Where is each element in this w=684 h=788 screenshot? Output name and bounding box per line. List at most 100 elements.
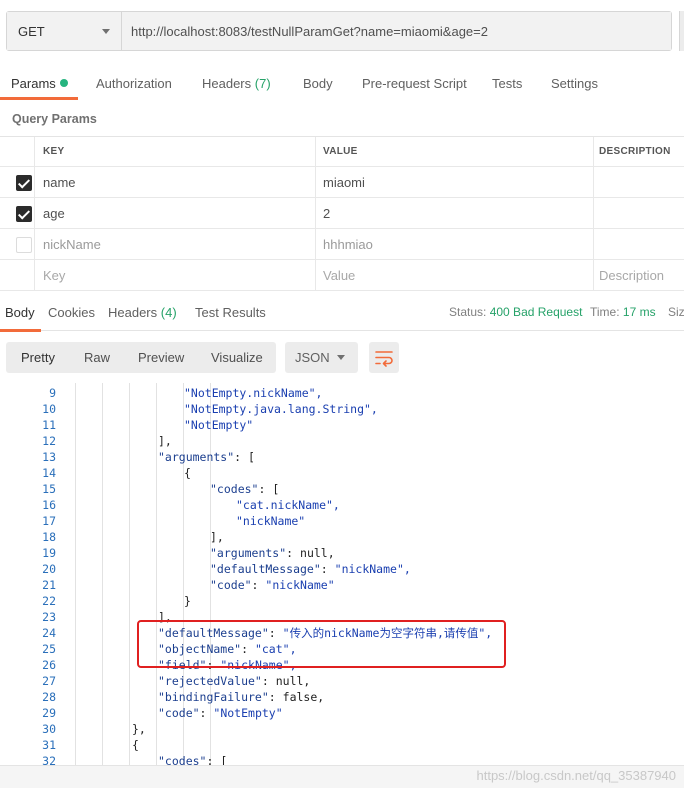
tab-params[interactable]: Params bbox=[0, 70, 78, 100]
param-value[interactable]: hhhmiao bbox=[316, 229, 594, 259]
size-label[interactable]: Size bbox=[668, 305, 684, 319]
code-line: 13 "arguments": [ bbox=[0, 449, 684, 465]
code-text: } bbox=[184, 594, 191, 608]
code-text: { bbox=[132, 738, 139, 752]
line-number: 21 bbox=[42, 578, 56, 592]
tab-headers-label: Headers bbox=[202, 76, 252, 91]
checkbox-checked[interactable] bbox=[16, 175, 32, 191]
code-text: }, bbox=[132, 722, 146, 736]
code-text: "bindingFailure": false, bbox=[158, 690, 325, 704]
param-value[interactable]: miaomi bbox=[316, 167, 594, 197]
header-key: KEY bbox=[35, 137, 316, 166]
wrap-lines-icon bbox=[375, 351, 393, 367]
status-readout: Status: 400 Bad Request bbox=[449, 305, 582, 319]
params-active-dot-icon bbox=[59, 79, 68, 87]
code-line: 22} bbox=[0, 593, 684, 609]
view-pretty-button[interactable]: Pretty bbox=[21, 342, 55, 373]
code-line: 15 "codes": [ bbox=[0, 481, 684, 497]
tab-params-label: Params bbox=[11, 76, 56, 91]
tab-response-body[interactable]: Body bbox=[0, 299, 41, 332]
status-label: Status: bbox=[449, 305, 487, 319]
status-value[interactable]: 400 Bad Request bbox=[490, 305, 583, 319]
param-value[interactable]: 2 bbox=[316, 198, 594, 228]
checkbox-unchecked[interactable] bbox=[16, 237, 32, 253]
param-description[interactable] bbox=[594, 167, 684, 197]
code-text: "arguments": null, bbox=[210, 546, 335, 560]
line-number: 11 bbox=[42, 418, 56, 432]
line-number: 17 bbox=[42, 514, 56, 528]
tab-tests[interactable]: Tests bbox=[492, 70, 522, 100]
line-number: 13 bbox=[42, 450, 56, 464]
line-number: 12 bbox=[42, 434, 56, 448]
time-value[interactable]: 17 ms bbox=[623, 305, 656, 319]
new-value-input[interactable]: Value bbox=[316, 260, 594, 290]
code-line: 19 "arguments": null, bbox=[0, 545, 684, 561]
tab-headers[interactable]: Headers (7) bbox=[202, 70, 271, 100]
status-bar: https://blog.csdn.net/qq_35387940 bbox=[0, 765, 684, 788]
header-value: VALUE bbox=[316, 137, 594, 166]
tab-response-headers-count: (4) bbox=[160, 305, 177, 320]
url-input[interactable]: http://localhost:8083/testNullParamGet?n… bbox=[122, 12, 671, 50]
response-code-viewer[interactable]: 9 "NotEmpty.nickName", 10 "NotEmpty.java.la… bbox=[0, 383, 684, 765]
line-number: 14 bbox=[42, 466, 56, 480]
tab-headers-count: (7) bbox=[254, 76, 271, 91]
table-row: nickName hhhmiao bbox=[0, 229, 684, 260]
line-number: 32 bbox=[42, 754, 56, 765]
code-text: "NotEmpty.java.lang.String", bbox=[184, 402, 378, 416]
code-line: 10 "NotEmpty.java.lang.String", bbox=[0, 401, 684, 417]
tab-response-headers-label: Headers bbox=[108, 305, 158, 320]
code-text: ], bbox=[210, 530, 224, 544]
line-number: 20 bbox=[42, 562, 56, 576]
tab-test-results[interactable]: Test Results bbox=[195, 299, 266, 331]
view-raw-button[interactable]: Raw bbox=[84, 342, 110, 373]
param-key[interactable]: age bbox=[35, 198, 316, 228]
code-line: 29 "code": "NotEmpty" bbox=[0, 705, 684, 721]
send-button-edge[interactable] bbox=[679, 11, 684, 51]
line-number: 28 bbox=[42, 690, 56, 704]
tab-settings[interactable]: Settings bbox=[551, 70, 598, 100]
new-description-input[interactable]: Description bbox=[594, 260, 684, 290]
format-label: JSON bbox=[295, 350, 330, 365]
request-bar: GET http://localhost:8083/testNullParamG… bbox=[6, 11, 672, 51]
new-key-input[interactable]: Key bbox=[35, 260, 316, 290]
line-number: 29 bbox=[42, 706, 56, 720]
param-description[interactable] bbox=[594, 198, 684, 228]
code-text: "NotEmpty" bbox=[184, 418, 254, 432]
code-line: 28 "bindingFailure": false, bbox=[0, 689, 684, 705]
tab-response-headers[interactable]: Headers (4) bbox=[108, 299, 177, 331]
code-text: "defaultMessage": "nickName", bbox=[210, 562, 411, 576]
line-number: 30 bbox=[42, 722, 56, 736]
tab-authorization[interactable]: Authorization bbox=[96, 70, 172, 100]
code-text: "codes": [ bbox=[158, 754, 228, 765]
code-line: 27 "rejectedValue": null, bbox=[0, 673, 684, 689]
row-check-cell bbox=[0, 198, 35, 228]
view-preview-button[interactable]: Preview bbox=[138, 342, 184, 373]
tab-cookies[interactable]: Cookies bbox=[48, 299, 95, 331]
request-tabs: Params Authorization Headers (7) Body Pr… bbox=[0, 70, 684, 100]
tab-pre-request-script[interactable]: Pre-request Script bbox=[362, 70, 467, 100]
code-line: 9 "NotEmpty.nickName", bbox=[0, 385, 684, 401]
tab-body[interactable]: Body bbox=[303, 70, 333, 100]
line-number: 23 bbox=[42, 610, 56, 624]
query-params-table: KEY VALUE DESCRIPTION name miaomi age 2 … bbox=[0, 136, 684, 291]
param-key[interactable]: name bbox=[35, 167, 316, 197]
method-select[interactable]: GET bbox=[7, 12, 122, 50]
code-text: "arguments": [ bbox=[158, 450, 255, 464]
format-select[interactable]: JSON bbox=[285, 342, 358, 373]
line-number: 9 bbox=[49, 386, 56, 400]
view-visualize-button[interactable]: Visualize bbox=[211, 342, 263, 373]
line-number: 19 bbox=[42, 546, 56, 560]
line-number: 10 bbox=[42, 402, 56, 416]
line-number: 25 bbox=[42, 642, 56, 656]
row-check-cell bbox=[0, 229, 35, 259]
wrap-lines-button[interactable] bbox=[369, 342, 399, 373]
checkbox-checked[interactable] bbox=[16, 206, 32, 222]
line-number: 22 bbox=[42, 594, 56, 608]
param-key[interactable]: nickName bbox=[35, 229, 316, 259]
line-number: 26 bbox=[42, 658, 56, 672]
param-description[interactable] bbox=[594, 229, 684, 259]
code-text: ], bbox=[158, 434, 172, 448]
line-number: 16 bbox=[42, 498, 56, 512]
table-row: name miaomi bbox=[0, 167, 684, 198]
code-line: 21 "code": "nickName" bbox=[0, 577, 684, 593]
